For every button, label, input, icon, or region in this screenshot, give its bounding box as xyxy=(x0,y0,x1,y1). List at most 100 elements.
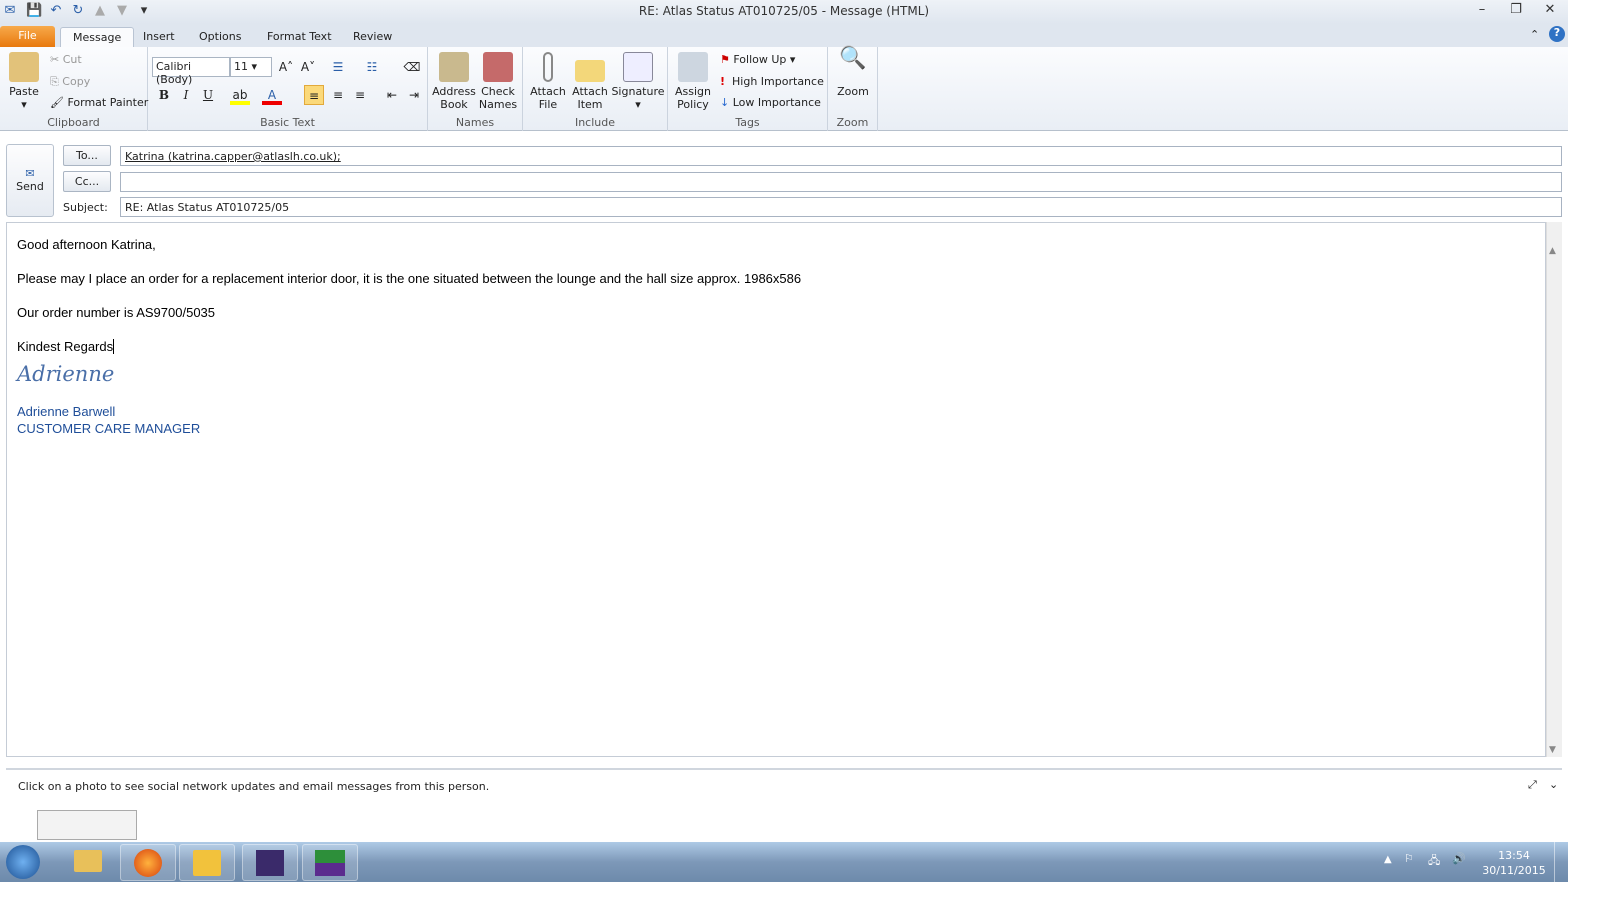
start-button[interactable] xyxy=(6,845,40,879)
copy-label: Copy xyxy=(62,75,91,88)
contact-photo[interactable] xyxy=(37,810,137,840)
message-body[interactable]: Good afternoon Katrina, Please may I pla… xyxy=(6,222,1546,757)
show-hidden-icons[interactable]: ▲ xyxy=(1384,854,1392,865)
high-importance-label: High Importance xyxy=(732,75,824,88)
firefox-taskbar-icon[interactable] xyxy=(120,844,176,881)
send-label: Send xyxy=(16,180,44,193)
closing-text: Kindest Regards xyxy=(17,339,114,354)
subject-field[interactable]: RE: Atlas Status AT010725/05 xyxy=(120,197,1562,217)
cut-button[interactable]: ✂ Cut xyxy=(50,53,82,66)
outlook-taskbar-icon[interactable] xyxy=(179,844,235,881)
clock-date: 30/11/2015 xyxy=(1482,864,1546,877)
flag-icon: ⚑ xyxy=(720,53,730,66)
grow-font-icon[interactable]: A˄ xyxy=(276,57,296,77)
address-book-label: Address Book xyxy=(432,85,476,111)
collapse-pane-icon[interactable]: ⌄ xyxy=(1549,778,1558,791)
names-label: Names xyxy=(455,116,495,129)
cut-label: Cut xyxy=(62,53,82,66)
shrink-font-icon[interactable]: A˅ xyxy=(298,57,318,77)
bold-button[interactable]: B xyxy=(154,85,174,105)
cc-field[interactable] xyxy=(120,172,1562,192)
to-field[interactable]: Katrina (katrina.capper@atlaslh.co.uk); xyxy=(120,146,1562,166)
numbering-icon[interactable]: ☷ xyxy=(362,57,382,77)
attach-file-button[interactable]: Attach File xyxy=(527,52,569,111)
font-name-combo[interactable]: Calibri (Body) xyxy=(152,57,230,86)
signature-button[interactable]: Signature ▾ xyxy=(611,52,665,111)
format-painter-label: Format Painter xyxy=(67,96,149,109)
follow-up-button[interactable]: ⚑ Follow Up ▾ xyxy=(720,53,795,66)
paste-button[interactable]: Paste ▾ xyxy=(4,52,44,111)
expand-pane-icon[interactable]: ⤢ xyxy=(1528,778,1537,792)
signature-script: Adrienne xyxy=(17,362,115,386)
zoom-group-label: Zoom xyxy=(836,116,869,129)
check-names-button[interactable]: Check Names xyxy=(476,52,520,111)
clock[interactable]: 13:54 30/11/2015 xyxy=(1480,848,1548,878)
font-size-combo[interactable]: 11 ▾ xyxy=(230,57,272,77)
clipboard-label: Clipboard xyxy=(47,116,100,129)
tab-file[interactable]: File xyxy=(0,26,55,47)
zoom-label: Zoom xyxy=(837,85,869,98)
scroll-up-icon[interactable]: ▲ xyxy=(1549,246,1556,256)
clipboard-group: Paste ▾ ✂ Cut ⎘ Copy 🖌 Format Painter Cli… xyxy=(0,47,148,131)
align-left-icon[interactable]: ≡ xyxy=(304,85,324,105)
calendar-app-taskbar-icon[interactable] xyxy=(242,844,298,881)
attach-file-label: Attach File xyxy=(530,85,566,111)
to-button[interactable]: To... xyxy=(63,145,111,166)
closing: Kindest Regards xyxy=(17,339,1535,354)
assign-policy-button[interactable]: Assign Policy xyxy=(672,52,714,111)
decrease-indent-icon[interactable]: ⇤ xyxy=(382,85,402,105)
format-painter-button[interactable]: 🖌 Format Painter xyxy=(50,96,148,109)
paperclip-icon xyxy=(543,52,553,82)
restore-button[interactable]: ❐ xyxy=(1502,2,1530,20)
highlight-icon[interactable]: ab xyxy=(230,85,250,105)
network-icon[interactable]: 🖧 xyxy=(1428,852,1440,871)
magnifier-icon: 🔍 xyxy=(839,46,867,71)
text-cursor xyxy=(113,339,118,354)
paste-label: Paste xyxy=(9,85,39,98)
names-group: Address Book Check Names Names xyxy=(428,47,523,131)
increase-indent-icon[interactable]: ⇥ xyxy=(404,85,424,105)
assign-policy-label: Assign Policy xyxy=(675,85,711,111)
font-color-icon[interactable]: A xyxy=(262,85,282,105)
signature-label: Signature xyxy=(611,85,665,98)
people-pane-hint: Click on a photo to see social network u… xyxy=(18,780,490,793)
help-icon[interactable]: ? xyxy=(1549,26,1565,42)
minimize-button[interactable]: – xyxy=(1468,2,1496,20)
explorer-taskbar-icon[interactable] xyxy=(60,844,116,881)
tab-options[interactable]: Options xyxy=(187,27,253,47)
italic-button[interactable]: I xyxy=(176,85,196,105)
body-scrollbar[interactable]: ▲ ▼ xyxy=(1546,222,1562,757)
high-importance-button[interactable]: ! High Importance xyxy=(720,75,824,88)
clear-formatting-icon[interactable]: ⌫ xyxy=(402,57,422,77)
attach-item-button[interactable]: Attach Item xyxy=(569,52,611,111)
sage-taskbar-icon[interactable] xyxy=(302,844,358,881)
show-desktop-button[interactable] xyxy=(1554,842,1568,882)
action-center-flag-icon[interactable]: ⚐ xyxy=(1404,852,1414,865)
check-names-icon xyxy=(483,52,513,82)
volume-icon[interactable]: 🔊 xyxy=(1452,852,1466,865)
underline-button[interactable]: U xyxy=(198,85,218,105)
taskbar: ▲ ⚐ 🖧 🔊 13:54 30/11/2015 xyxy=(0,842,1568,882)
low-importance-button[interactable]: ↓ Low Importance xyxy=(720,96,821,109)
minimize-ribbon-icon[interactable]: ⌃ xyxy=(1530,28,1539,41)
tab-format-text[interactable]: Format Text xyxy=(255,27,344,47)
address-book-button[interactable]: Address Book xyxy=(432,52,476,111)
align-center-icon[interactable]: ≡ xyxy=(328,85,348,105)
send-button[interactable]: ✉ Send xyxy=(6,144,54,217)
signature-name: Adrienne Barwell xyxy=(17,404,116,419)
tags-group: Assign Policy ⚑ Follow Up ▾ ! High Impor… xyxy=(668,47,828,131)
include-group: Attach File Attach Item Signature ▾ Inclu… xyxy=(523,47,668,131)
bullets-icon[interactable]: ☰ xyxy=(328,57,348,77)
tab-insert[interactable]: Insert xyxy=(131,27,187,47)
include-label: Include xyxy=(574,116,616,129)
zoom-button[interactable]: 🔍 Zoom xyxy=(832,46,874,99)
scroll-down-icon[interactable]: ▼ xyxy=(1549,745,1556,755)
align-right-icon[interactable]: ≡ xyxy=(350,85,370,105)
tab-message[interactable]: Message xyxy=(60,27,135,47)
copy-button[interactable]: ⎘ Copy xyxy=(50,75,90,89)
close-button[interactable]: ✕ xyxy=(1536,2,1564,20)
cc-button[interactable]: Cc... xyxy=(63,171,111,192)
tab-review[interactable]: Review xyxy=(341,27,404,47)
title-bar: ✉ 💾 ↶ ↻ ▲ ▼ ▾ RE: Atlas Status AT010725/… xyxy=(0,0,1568,24)
tags-label: Tags xyxy=(735,116,760,129)
